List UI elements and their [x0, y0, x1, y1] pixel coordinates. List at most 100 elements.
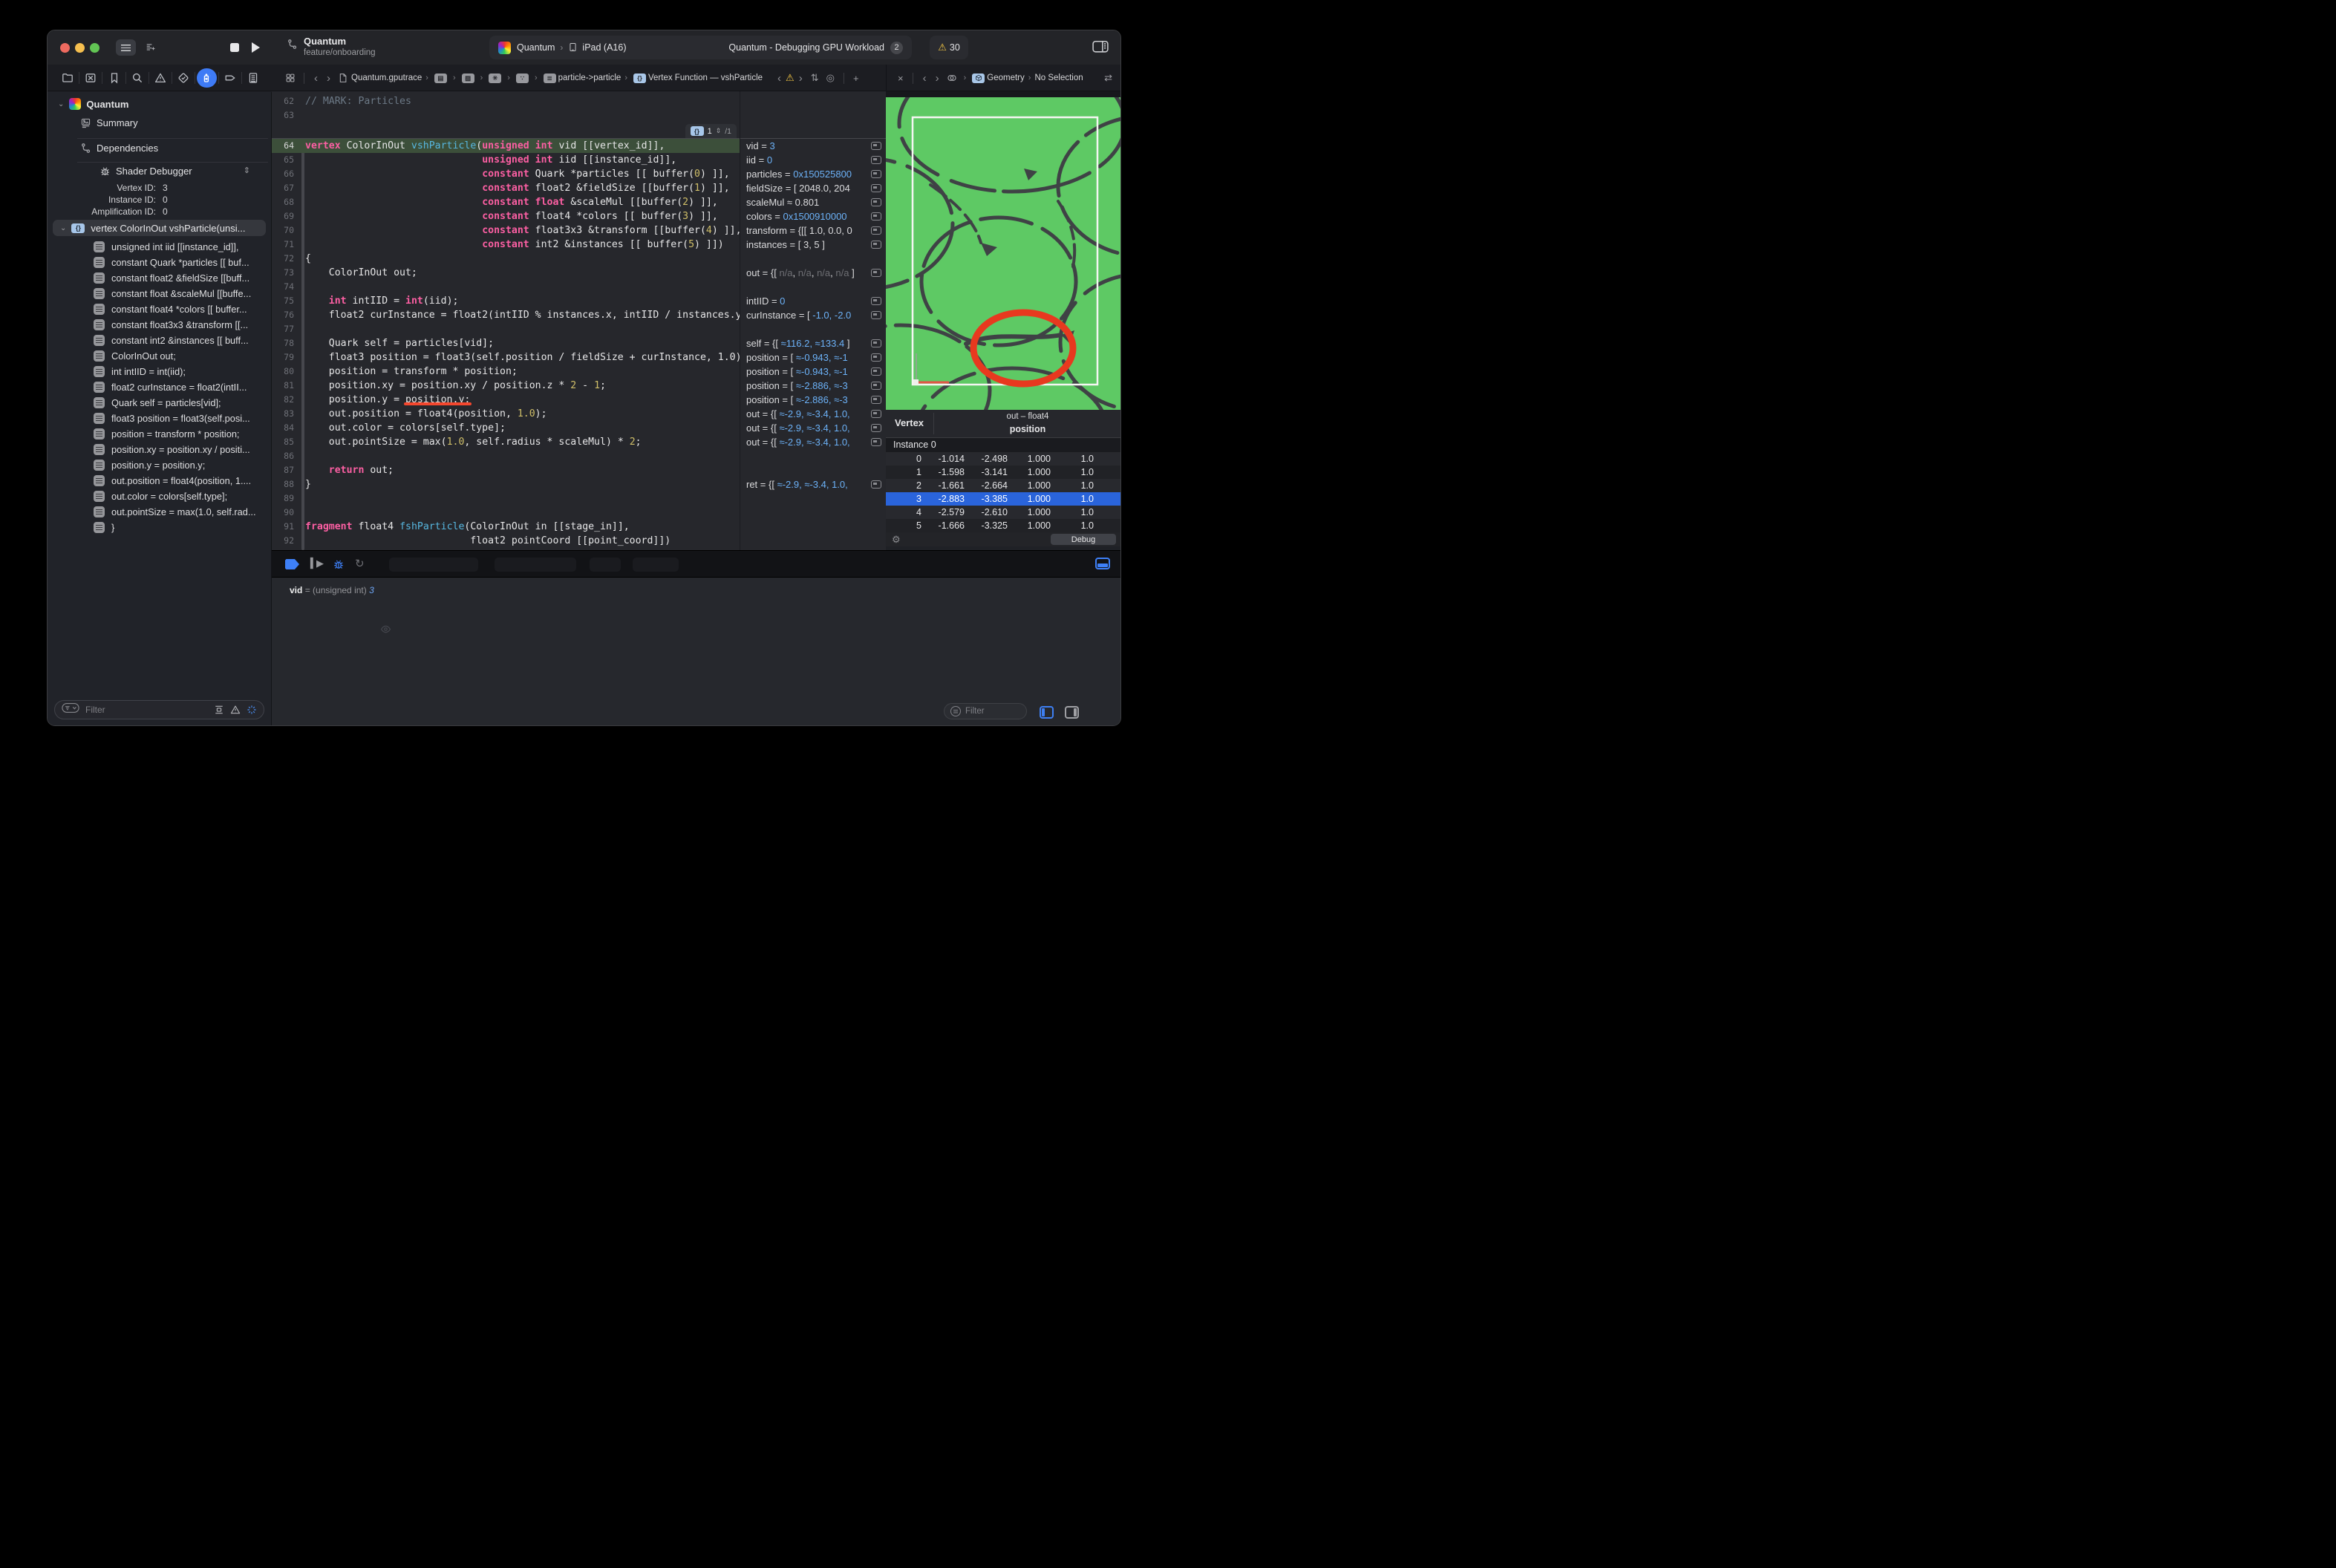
- line-number[interactable]: 82: [272, 393, 298, 407]
- line-number[interactable]: 80: [272, 365, 298, 379]
- line-number[interactable]: 63: [272, 108, 298, 122]
- inspect-value-icon[interactable]: [871, 311, 881, 319]
- code-line-90[interactable]: 90: [272, 506, 740, 520]
- inspect-value-icon[interactable]: [871, 198, 881, 206]
- disclosure-chevron-icon[interactable]: ⌄: [60, 224, 66, 232]
- minimize-window-button[interactable]: [75, 43, 85, 53]
- warnings-indicator[interactable]: ⚠ 30: [930, 36, 968, 59]
- list-icon[interactable]: ≣: [544, 74, 556, 83]
- sidebar-item-summary[interactable]: Summary: [80, 117, 138, 128]
- code-line-78[interactable]: 78 Quark self = particles[vid];: [272, 336, 740, 350]
- inspect-value-icon[interactable]: [871, 156, 881, 164]
- statement-item[interactable]: ColorInOut out;: [94, 348, 267, 364]
- code-line-67[interactable]: 67 constant float2 &fieldSize [[buffer(1…: [272, 181, 740, 195]
- line-number[interactable]: 89: [272, 491, 298, 506]
- source-editor[interactable]: 62// MARK: Particles63{}1⇕/164vertex Col…: [272, 91, 740, 550]
- line-number[interactable]: 92: [272, 534, 298, 548]
- code-line-88[interactable]: 88}: [272, 477, 740, 491]
- code-line-82[interactable]: 82 position.y = position.y;: [272, 393, 740, 407]
- statement-item[interactable]: constant float4 *colors [[ buffer...: [94, 301, 267, 317]
- code-line-80[interactable]: 80 position = transform * position;: [272, 365, 740, 379]
- instance-group-row[interactable]: Instance 0: [886, 438, 1121, 452]
- navigator-tab-folder-icon[interactable]: [56, 67, 79, 89]
- variable-row[interactable]: vid = (unsigned int) 3: [290, 585, 374, 595]
- shader-variable-row[interactable]: particles = 0x150525800: [740, 167, 886, 181]
- code-line-72[interactable]: 72{: [272, 252, 740, 266]
- line-number[interactable]: 65: [272, 153, 298, 167]
- code-line-79[interactable]: 79 float3 position = float3(self.positio…: [272, 350, 740, 365]
- inspect-value-icon[interactable]: [871, 212, 881, 220]
- statement-item[interactable]: }: [94, 520, 267, 535]
- inspect-value-icon[interactable]: [871, 353, 881, 362]
- shader-variable-row[interactable]: intIID = 0: [740, 294, 886, 308]
- line-number[interactable]: 75: [272, 294, 298, 308]
- shader-variable-row[interactable]: position = [ ≈-2.886, ≈-3: [740, 379, 886, 393]
- forward-button[interactable]: ›: [795, 72, 807, 85]
- code-line-62[interactable]: 62// MARK: Particles: [272, 94, 740, 108]
- toggle-navigator-button[interactable]: [116, 39, 136, 56]
- debugger-bug-icon[interactable]: [333, 558, 345, 574]
- code-line-81[interactable]: 81 position.xy = position.xy / position.…: [272, 379, 740, 393]
- close-window-button[interactable]: [60, 43, 70, 53]
- filter-menu-icon[interactable]: [62, 702, 79, 717]
- run-destination[interactable]: iPad (A16): [582, 42, 626, 53]
- shader-variable-row[interactable]: out = {[ ≈-2.9, ≈-3.4, 1.0,: [740, 435, 886, 449]
- code-line-76[interactable]: 76 float2 curInstance = float2(intIID % …: [272, 308, 740, 322]
- line-number[interactable]: 87: [272, 463, 298, 477]
- line-number[interactable]: 86: [272, 449, 298, 463]
- code-line-69[interactable]: 69 constant float4 *colors [[ buffer(3) …: [272, 209, 740, 223]
- doc-icon[interactable]: [338, 73, 348, 83]
- code-line-89[interactable]: 89: [272, 491, 740, 506]
- inspect-value-icon[interactable]: [871, 424, 881, 432]
- debug-button[interactable]: Debug: [1051, 534, 1116, 545]
- inspect-value-icon[interactable]: [871, 438, 881, 446]
- statement-item[interactable]: Quark self = particles[vid];: [94, 395, 267, 411]
- navigator-tab-bookmark-icon[interactable]: [102, 67, 125, 89]
- vertex-row-3[interactable]: 3-2.883-3.3851.0001.0: [886, 492, 1121, 506]
- gear-icon[interactable]: ⚙: [892, 534, 901, 546]
- statement-item[interactable]: constant float3x3 &transform [[...: [94, 317, 267, 333]
- code-line-74[interactable]: 74: [272, 280, 740, 294]
- line-number[interactable]: 74: [272, 280, 298, 294]
- console-filter-field[interactable]: Filter: [944, 703, 1027, 719]
- vertex-row-1[interactable]: 1-1.598-3.1411.0001.0: [886, 466, 1121, 479]
- vertex-row-0[interactable]: 0-1.014-2.4981.0001.0: [886, 452, 1121, 466]
- statement-item[interactable]: constant float2 &fieldSize [[buff...: [94, 270, 267, 286]
- statement-item[interactable]: constant float &scaleMul [[buffe...: [94, 286, 267, 301]
- add-icon[interactable]: +: [849, 73, 863, 84]
- braces-icon[interactable]: {}: [633, 74, 646, 83]
- shader-variable-row[interactable]: self = {[ ≈116.2, ≈133.4 ]: [740, 336, 886, 350]
- jumpbar-item[interactable]: No Selection: [1034, 74, 1083, 82]
- navigator-tab-tag-icon[interactable]: [219, 67, 241, 89]
- line-number[interactable]: 68: [272, 195, 298, 209]
- code-line-86[interactable]: 86: [272, 449, 740, 463]
- circles-icon[interactable]: ∵: [516, 74, 529, 83]
- shader-variable-row[interactable]: iid = 0: [740, 153, 886, 167]
- navigator-tab-search-icon[interactable]: [126, 67, 149, 89]
- vertex-row-2[interactable]: 2-1.661-2.6641.0001.0: [886, 479, 1121, 492]
- spark-filter-icon[interactable]: [247, 705, 257, 715]
- scheme-name[interactable]: Quantum: [517, 42, 555, 53]
- quicklook-eye-icon[interactable]: [380, 624, 391, 638]
- line-number[interactable]: 88: [272, 477, 298, 491]
- debug-area-toggle-icon[interactable]: [1095, 558, 1110, 569]
- statement-item[interactable]: out.color = colors[self.type];: [94, 489, 267, 504]
- sidebar-item-dependencies[interactable]: Dependencies: [80, 143, 158, 154]
- archive-icon[interactable]: ▤: [434, 74, 447, 83]
- zoom-window-button[interactable]: [90, 43, 99, 53]
- code-line-77[interactable]: 77: [272, 322, 740, 336]
- back-button[interactable]: ‹: [773, 72, 786, 85]
- statement-item[interactable]: out.pointSize = max(1.0, self.rad...: [94, 504, 267, 520]
- continue-execution-icon[interactable]: ▍▶: [310, 558, 322, 569]
- inspect-value-icon[interactable]: [871, 480, 881, 489]
- line-number[interactable]: 90: [272, 506, 298, 520]
- code-line-66[interactable]: 66 constant Quark *particles [[ buffer(0…: [272, 167, 740, 181]
- code-line-71[interactable]: 71 constant int2 &instances [[ buffer(5)…: [272, 238, 740, 252]
- jumpbar-item[interactable]: particle->particle: [558, 74, 621, 82]
- line-number[interactable]: 79: [272, 350, 298, 365]
- warning-triangle-icon[interactable]: ⚠: [786, 72, 795, 84]
- shader-variable-row[interactable]: fieldSize = [ 2048.0, 204: [740, 181, 886, 195]
- warning-filter-icon[interactable]: [230, 705, 241, 715]
- back-button[interactable]: ‹: [919, 72, 931, 85]
- refresh-icon[interactable]: ↻: [355, 557, 365, 570]
